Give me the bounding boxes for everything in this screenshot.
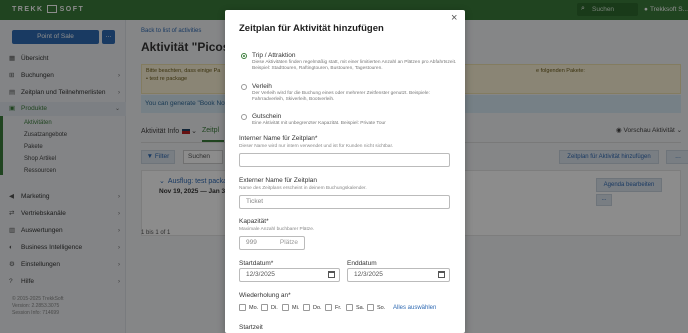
radio-rental[interactable] xyxy=(241,84,247,90)
internal-name-input[interactable] xyxy=(239,153,450,167)
end-date-label: Enddatum xyxy=(347,260,377,267)
day-checkbox-sa[interactable]: Sa. xyxy=(346,304,364,313)
capacity-input[interactable]: 999 Plätze xyxy=(239,236,305,250)
day-checkbox-so[interactable]: So. xyxy=(367,304,385,313)
calendar-icon[interactable] xyxy=(438,271,445,278)
internal-name-label: Interner Name für Zeitplan* xyxy=(239,135,318,142)
day-checkbox-do[interactable]: Do. xyxy=(303,304,322,313)
radio-desc-rental: Der Verleih wird für die Buchung eines o… xyxy=(252,91,430,102)
day-checkbox-mo[interactable]: Mo. xyxy=(239,304,258,313)
modal-title: Zeitplan für Aktivität hinzufügen xyxy=(239,23,384,34)
start-date-label: Startdatum* xyxy=(239,260,274,267)
day-checkbox-di[interactable]: Di. xyxy=(261,304,278,313)
capacity-hint: Maximale Anzahl buchbarer Plätze. xyxy=(239,227,315,232)
select-all-days-link[interactable]: Alles auswählen xyxy=(393,305,436,311)
add-schedule-modal: Zeitplan für Aktivität hinzufügen × Trip… xyxy=(225,10,465,333)
external-name-label: Externer Name für Zeitplan xyxy=(239,177,318,184)
radio-label-trip[interactable]: Trip / Attraktion xyxy=(252,52,295,59)
radio-voucher[interactable] xyxy=(241,114,247,120)
app-window: TREKK SOFT ⌕ Suchen ● Trekksoft S... Point … xyxy=(0,0,688,333)
end-date-input[interactable]: 12/3/2025 xyxy=(347,268,450,282)
external-name-hint: Name des Zeitplans erscheint in deinem B… xyxy=(239,186,367,191)
day-checkbox-mi[interactable]: Mi. xyxy=(282,304,299,313)
start-date-input[interactable]: 12/3/2025 xyxy=(239,268,340,282)
radio-label-rental[interactable]: Verleih xyxy=(252,83,272,90)
radio-label-voucher[interactable]: Gutschein xyxy=(252,113,281,120)
radio-desc-trip: Diese Aktivitäten finden regelmäßig stat… xyxy=(252,60,457,71)
radio-trip-attraction[interactable] xyxy=(241,53,247,59)
day-checkbox-fr[interactable]: Fr. xyxy=(325,304,341,313)
internal-name-hint: Dieser Name wird nur intern verwendet un… xyxy=(239,144,394,149)
repeat-label: Wiederholung an* xyxy=(239,292,291,299)
radio-desc-voucher: Eine Aktivität mit unbegrenzter Kapazitä… xyxy=(252,121,386,126)
calendar-icon[interactable] xyxy=(328,271,335,278)
external-name-input[interactable]: Ticket xyxy=(239,195,450,209)
start-time-label: Startzeit xyxy=(239,324,263,331)
close-icon[interactable]: × xyxy=(451,12,457,24)
capacity-label: Kapazität* xyxy=(239,218,269,225)
